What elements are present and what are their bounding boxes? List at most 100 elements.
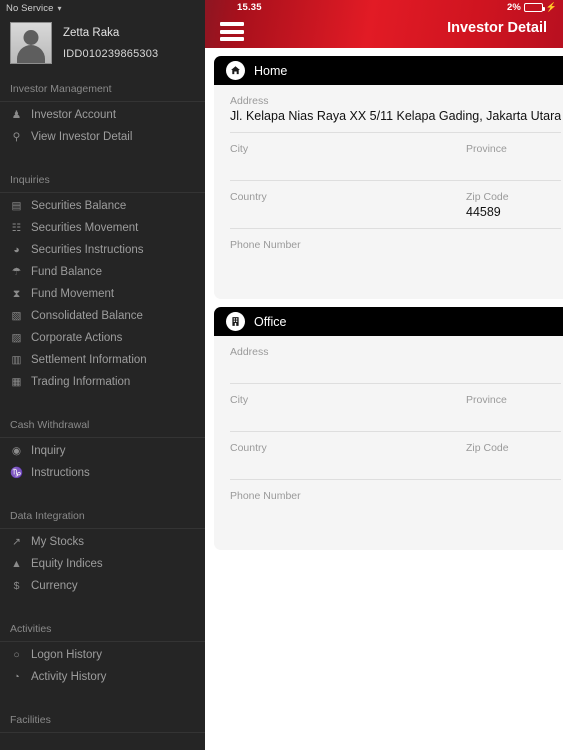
section-title-investor-management: Investor Management	[0, 74, 205, 102]
province-label: Province	[466, 394, 507, 406]
city-value	[230, 407, 466, 424]
card-title: Home	[254, 63, 288, 78]
search-icon: ⚲	[12, 130, 21, 143]
field-row-phone[interactable]: Phone Number	[230, 229, 561, 299]
sidebar-item-label: Investor Account	[31, 109, 117, 121]
sidebar-item-label: Fund Movement	[31, 288, 115, 300]
field-row-city-province[interactable]: City Province	[230, 384, 561, 432]
note-icon: ▥	[11, 353, 22, 366]
card-body: Address City Province Country Zip Code Phone …	[214, 336, 563, 550]
dollar-icon: $	[13, 579, 20, 592]
hamburger-bar-1	[220, 22, 244, 26]
sidebar-item-label: Settlement Information	[31, 354, 147, 366]
umbrella-icon: ☂	[11, 265, 22, 278]
document-icon: ▦	[11, 375, 22, 388]
city-label: City	[230, 394, 249, 406]
sidebar-item-label: Inquiry	[31, 445, 66, 457]
zip-code-label: Zip Code	[466, 442, 509, 454]
wifi-icon: ▾	[57, 3, 62, 13]
book-icon: ▤	[11, 199, 22, 212]
sidebar-item-fund-movement[interactable]: ⧗ Fund Movement	[0, 283, 205, 305]
address-clip: Jl. Kelapa Nias Raya XX 5/11 Kelapa Gadi…	[230, 108, 561, 125]
section-title-activities: Activities	[0, 614, 205, 642]
sidebar-item-label: Currency	[31, 580, 78, 592]
sidebar-item-label: Activity History	[31, 671, 107, 683]
country-label: Country	[230, 442, 267, 454]
sidebar-nav: Investor Management ♟ Investor Account ⚲ Vie…	[0, 74, 205, 733]
zip-code-value	[466, 455, 561, 472]
pie-chart-icon: ◕	[13, 243, 20, 256]
sidebar-item-consolidated-balance[interactable]: ▧ Consolidated Balance	[0, 305, 205, 327]
country-label: Country	[230, 191, 267, 203]
sidebar-item-label: Securities Balance	[31, 200, 127, 212]
sidebar-item-equity-indices[interactable]: ▲ Equity Indices	[0, 553, 205, 575]
hamburger-menu-icon[interactable]	[220, 22, 244, 41]
top-bar: 15.35 2% ⚡ Investor Detail	[205, 0, 563, 48]
battery-percent-label: 2%	[507, 2, 521, 13]
profile-block[interactable]: Zetta Raka IDD010239865303	[0, 16, 205, 74]
hamburger-bar-3	[220, 37, 244, 41]
country-field: Country	[230, 190, 466, 221]
sidebar-item-view-investor-detail[interactable]: ⚲ View Investor Detail	[0, 126, 205, 148]
phone-number-label: Phone Number	[230, 490, 301, 502]
field-row-address[interactable]: Address	[230, 336, 561, 384]
field-row-city-province[interactable]: City Province	[230, 133, 561, 181]
sidebar-item-trading-information[interactable]: ▦ Trading Information	[0, 371, 205, 393]
sidebar-item-logon-history[interactable]: ○ Logon History	[0, 644, 205, 666]
trend-icon: ↗	[12, 535, 21, 548]
card-office: Office Address City Province Country Zip Code…	[214, 307, 563, 550]
field-row-country-zip[interactable]: Country Zip Code 44589	[230, 181, 561, 229]
main-panel: 15.35 2% ⚡ Investor Detail Home Address Jl…	[205, 0, 563, 750]
sidebar-item-label: My Stocks	[31, 536, 85, 548]
sidebar-item-securities-movement[interactable]: ☷ Securities Movement	[0, 217, 205, 239]
eye-icon: ◉	[11, 444, 22, 457]
bar-chart-icon: ▨	[11, 331, 22, 344]
phone-number-value	[230, 252, 561, 269]
exchange-icon: ☷	[11, 221, 22, 234]
province-value	[466, 407, 561, 424]
sidebar-item-securities-instructions[interactable]: ◕ Securities Instructions	[0, 239, 205, 261]
building-icon	[226, 312, 245, 331]
avatar-head	[23, 30, 39, 45]
clock-key-icon: ○	[13, 648, 20, 661]
card-title: Office	[254, 314, 287, 329]
sidebar-item-label: Consolidated Balance	[31, 310, 143, 322]
sidebar-item-settlement-information[interactable]: ▥ Settlement Information	[0, 349, 205, 371]
sidebar-item-my-stocks[interactable]: ↗ My Stocks	[0, 531, 205, 553]
person-icon: ♟	[11, 108, 22, 121]
city-label: City	[230, 143, 249, 155]
field-row-address[interactable]: Address Jl. Kelapa Nias Raya XX 5/11 Kela…	[230, 85, 561, 133]
sidebar-item-inquiry[interactable]: ◉ Inquiry	[0, 440, 205, 462]
zip-field: Zip Code	[466, 441, 561, 472]
sidebar-item-activity-history[interactable]: ◔ Activity History	[0, 666, 205, 688]
field-row-country-zip[interactable]: Country Zip Code	[230, 432, 561, 480]
card-home: Home Address Jl. Kelapa Nias Raya XX 5/11 …	[214, 56, 563, 299]
city-field: City	[230, 142, 466, 173]
trophy-icon: ♑	[10, 466, 24, 479]
sidebar-item-label: Trading Information	[31, 376, 131, 388]
section-title-data-integration: Data Integration	[0, 501, 205, 529]
sidebar-item-corporate-actions[interactable]: ▨ Corporate Actions	[0, 327, 205, 349]
country-value	[230, 455, 466, 472]
sidebar-item-securities-balance[interactable]: ▤ Securities Balance	[0, 195, 205, 217]
home-icon	[226, 61, 245, 80]
sidebar-item-currency[interactable]: $ Currency	[0, 575, 205, 597]
sidebar-item-instructions[interactable]: ♑ Instructions	[0, 462, 205, 484]
sidebar-item-fund-balance[interactable]: ☂ Fund Balance	[0, 261, 205, 283]
sidebar-item-investor-account[interactable]: ♟ Investor Account	[0, 104, 205, 126]
field-row-phone[interactable]: Phone Number	[230, 480, 561, 550]
profile-investor-id: IDD010239865303	[63, 47, 159, 60]
sidebar-item-label: Instructions	[31, 467, 90, 479]
mountains-icon: ▲	[11, 557, 22, 570]
sidebar-item-label: Corporate Actions	[31, 332, 123, 344]
sidebar-item-label: Securities Movement	[31, 222, 139, 234]
city-value	[230, 156, 466, 173]
country-value	[230, 204, 466, 221]
province-value	[466, 156, 561, 173]
sidebar-item-label: View Investor Detail	[31, 131, 133, 143]
sidebar: No Service ▾ Zetta Raka IDD010239865303 …	[0, 0, 205, 750]
